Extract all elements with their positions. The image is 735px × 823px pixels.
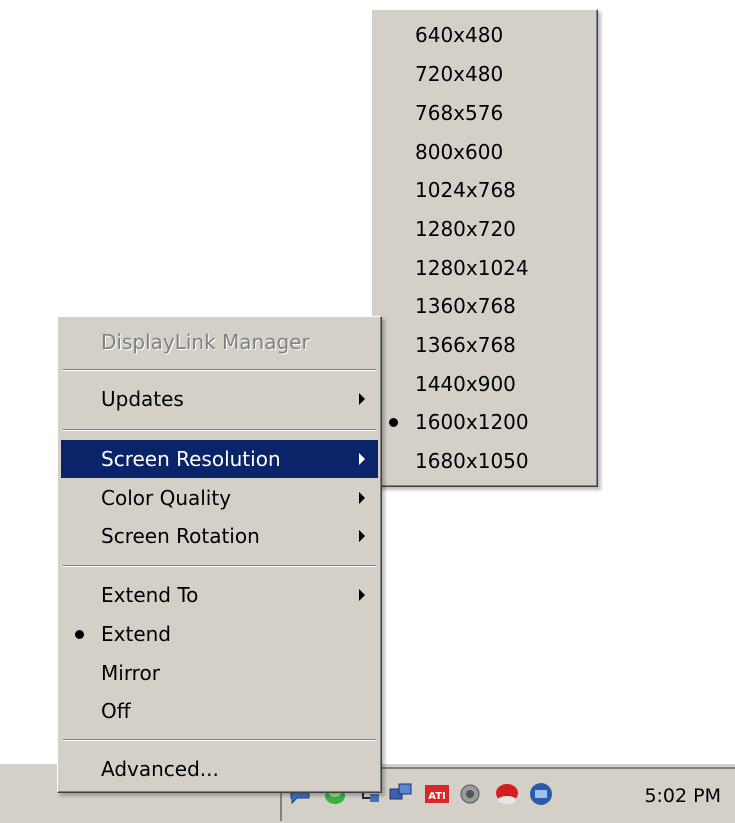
menu-item-screen-resolution[interactable]: Screen Resolution — [61, 440, 378, 478]
resolution-item-selected[interactable]: 1600x1200 — [375, 403, 594, 441]
resolution-item[interactable]: 1680x1050 — [375, 442, 594, 480]
menu-item-updates[interactable]: Updates — [61, 380, 378, 418]
resolution-item[interactable]: 640x480 — [375, 16, 594, 54]
displaylink-context-menu: DisplayLink Manager Updates Screen Resol… — [57, 316, 382, 793]
menu-separator — [63, 739, 376, 741]
radio-bullet-icon — [75, 630, 84, 639]
menu-item-off[interactable]: Off — [61, 692, 378, 730]
resolution-item[interactable]: 1280x720 — [375, 210, 594, 248]
resolution-item[interactable]: 1280x1024 — [375, 249, 594, 287]
speaker-icon[interactable] — [458, 781, 484, 807]
submenu-arrow-icon — [359, 393, 365, 405]
resolution-item[interactable]: 768x576 — [375, 94, 594, 132]
ati-icon[interactable]: ATI — [424, 781, 450, 807]
submenu-arrow-icon — [359, 530, 365, 542]
menu-item-screen-rotation[interactable]: Screen Rotation — [61, 517, 378, 555]
menu-item-color-quality[interactable]: Color Quality — [61, 479, 378, 517]
menu-item-extend-to[interactable]: Extend To — [61, 576, 378, 614]
submenu-arrow-icon — [359, 453, 365, 465]
menu-item-extend[interactable]: Extend — [61, 615, 378, 653]
displaylink-icon[interactable] — [528, 781, 554, 807]
resolution-submenu: 640x480 720x480 768x576 800x600 1024x768… — [371, 9, 598, 487]
resolution-item[interactable]: 1024x768 — [375, 171, 594, 209]
menu-separator — [63, 565, 376, 567]
menu-title: DisplayLink Manager — [101, 330, 310, 354]
menu-separator — [63, 369, 376, 371]
submenu-arrow-icon — [359, 492, 365, 504]
menu-item-advanced[interactable]: Advanced... — [61, 750, 378, 788]
menu-separator — [63, 429, 376, 431]
monitors-icon[interactable] — [388, 781, 414, 807]
resolution-item[interactable]: 720x480 — [375, 55, 594, 93]
resolution-item[interactable]: 800x600 — [375, 133, 594, 171]
resolution-item[interactable]: 1366x768 — [375, 326, 594, 364]
radio-bullet-icon — [389, 418, 398, 427]
resolution-item[interactable]: 1440x900 — [375, 365, 594, 403]
svg-text:ATI: ATI — [428, 791, 446, 802]
menu-item-mirror[interactable]: Mirror — [61, 654, 378, 692]
submenu-arrow-icon — [359, 589, 365, 601]
taskbar-clock[interactable]: 5:02 PM — [644, 785, 721, 807]
red-flag-icon[interactable] — [494, 781, 520, 807]
resolution-item[interactable]: 1360x768 — [375, 287, 594, 325]
